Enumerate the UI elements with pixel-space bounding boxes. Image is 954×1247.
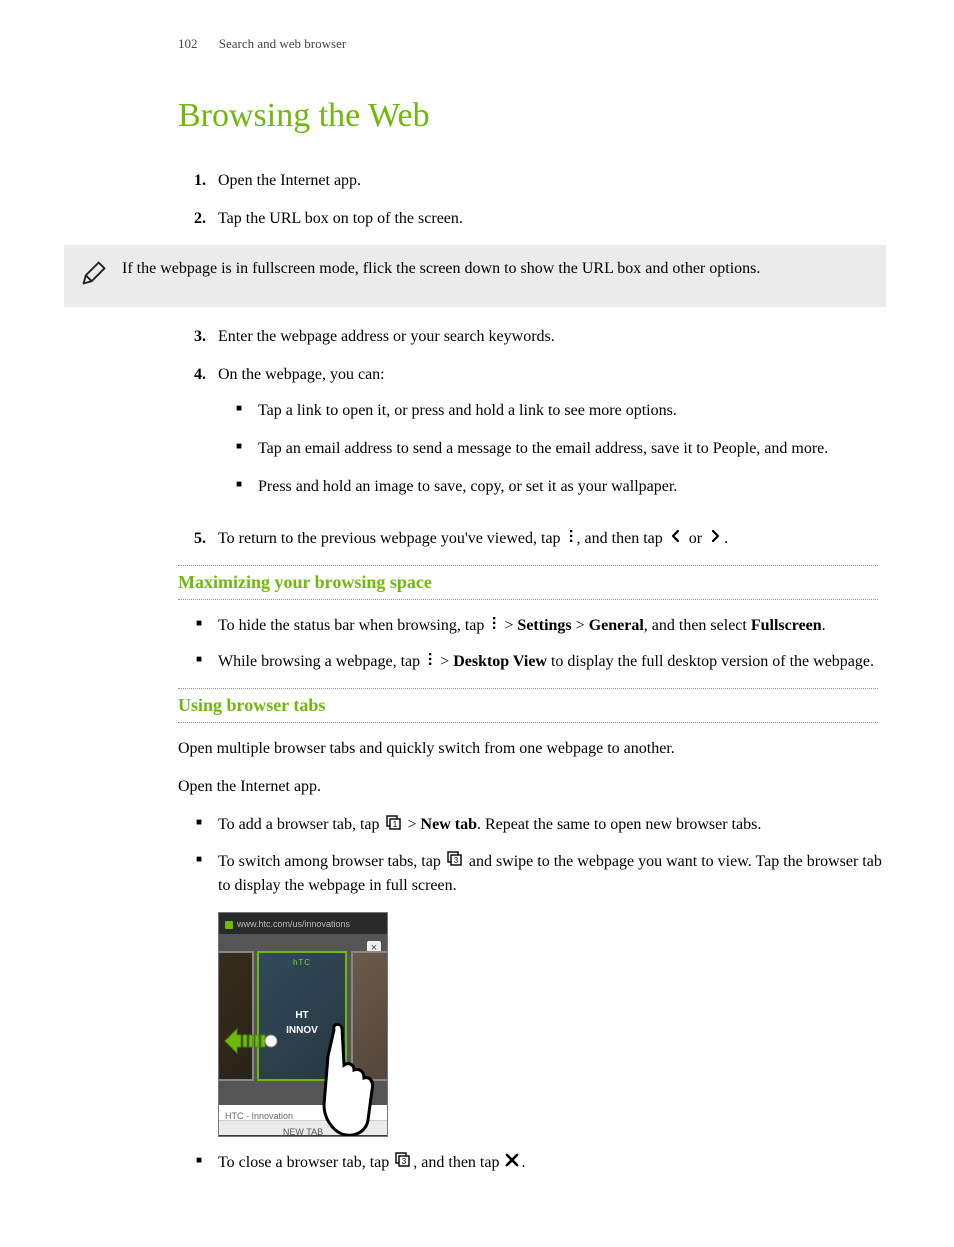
list-item: To add a browser tab, tap 1 > New tab. R… <box>178 813 884 837</box>
brand-logo: hTC <box>259 957 345 969</box>
tabs-icon: 3 <box>447 850 463 874</box>
page-number: 102 <box>178 36 198 51</box>
paragraph: Open the Internet app. <box>178 775 884 799</box>
site-icon <box>225 921 233 929</box>
bold-desktop-view: Desktop View <box>453 653 547 670</box>
phone-tab-card <box>218 951 254 1081</box>
chevron-left-icon <box>669 527 683 551</box>
list-item: To hide the status bar when browsing, ta… <box>178 614 884 638</box>
phone-tab-card-active: hTC HTINNOV <box>257 951 347 1081</box>
bold-new-tab: New tab <box>421 816 477 833</box>
sub-bullet: Tap a link to open it, or press and hold… <box>218 399 884 423</box>
step-text: Enter the webpage address or your search… <box>218 325 884 349</box>
step-4: 4. On the webpage, you can: Tap a link t… <box>178 363 884 513</box>
chevron-right-icon <box>708 527 722 551</box>
step-number: 2. <box>178 207 218 231</box>
step-lead: On the webpage, you can: <box>218 366 385 383</box>
maximizing-list: To hide the status bar when browsing, ta… <box>178 614 884 675</box>
subheading-maximizing: Maximizing your browsing space <box>178 569 884 596</box>
tabs-list-2: To close a browser tab, tap 3, and then … <box>178 1151 884 1175</box>
sub-bullet: Press and hold an image to save, copy, o… <box>218 475 884 499</box>
steps-list: 1. Open the Internet app. 2. Tap the URL… <box>178 169 884 231</box>
page-title: Browsing the Web <box>178 90 884 141</box>
step-5: 5. To return to the previous webpage you… <box>178 527 884 551</box>
phone-stage: × hTC HTINNOV <box>219 935 387 1105</box>
sub-bullets: Tap a link to open it, or press and hold… <box>218 399 884 499</box>
svg-text:3: 3 <box>454 856 459 865</box>
step-number: 3. <box>178 325 218 349</box>
step-2: 2. Tap the URL box on top of the screen. <box>178 207 884 231</box>
phone-tab-caption: HTC - Innovation <box>219 1105 387 1120</box>
bold-fullscreen: Fullscreen <box>751 617 822 634</box>
divider <box>178 722 878 723</box>
pencil-icon <box>80 257 108 295</box>
phone-url-bar: www.htc.com/us/innovations <box>219 913 387 935</box>
step-1: 1. Open the Internet app. <box>178 169 884 193</box>
step-body: On the webpage, you can: Tap a link to o… <box>218 363 884 513</box>
note-callout: If the webpage is in fullscreen mode, fl… <box>64 245 886 307</box>
subheading-tabs: Using browser tabs <box>178 692 884 719</box>
list-item: To switch among browser tabs, tap 3 and … <box>178 850 884 898</box>
step-number: 5. <box>178 527 218 551</box>
section-name: Search and web browser <box>219 36 346 51</box>
svg-text:1: 1 <box>392 820 397 829</box>
page-header: 102 Search and web browser <box>178 34 884 54</box>
list-item: To close a browser tab, tap 3, and then … <box>178 1151 884 1175</box>
steps-list-continued: 3. Enter the webpage address or your sea… <box>178 325 884 551</box>
step-text: Tap the URL box on top of the screen. <box>218 207 884 231</box>
list-item: While browsing a webpage, tap > Desktop … <box>178 650 884 674</box>
tabs-icon: 1 <box>386 814 402 838</box>
divider <box>178 599 878 600</box>
bold-settings: Settings <box>517 617 571 634</box>
overflow-menu-icon <box>426 650 434 674</box>
phone-tab-card <box>351 951 388 1081</box>
tabs-list: To add a browser tab, tap 1 > New tab. R… <box>178 813 884 898</box>
overflow-menu-icon <box>567 527 575 551</box>
sub-bullet: Tap an email address to send a message t… <box>218 437 884 461</box>
overflow-menu-icon <box>490 614 498 638</box>
swipe-arrow-icon <box>223 1027 278 1055</box>
step-body: To return to the previous webpage you've… <box>218 527 884 551</box>
divider <box>178 688 878 689</box>
step-3: 3. Enter the webpage address or your sea… <box>178 325 884 349</box>
svg-text:3: 3 <box>402 1157 407 1166</box>
phone-screenshot: www.htc.com/us/innovations × hTC HTINNOV <box>218 912 388 1137</box>
paragraph: Open multiple browser tabs and quickly s… <box>178 737 884 761</box>
bold-general: General <box>589 617 644 634</box>
note-text: If the webpage is in fullscreen mode, fl… <box>122 257 870 281</box>
close-icon <box>505 1151 519 1175</box>
tabs-icon: 3 <box>395 1151 411 1175</box>
step-number: 4. <box>178 363 218 387</box>
divider <box>178 565 878 566</box>
step-number: 1. <box>178 169 218 193</box>
step-text: Open the Internet app. <box>218 169 884 193</box>
